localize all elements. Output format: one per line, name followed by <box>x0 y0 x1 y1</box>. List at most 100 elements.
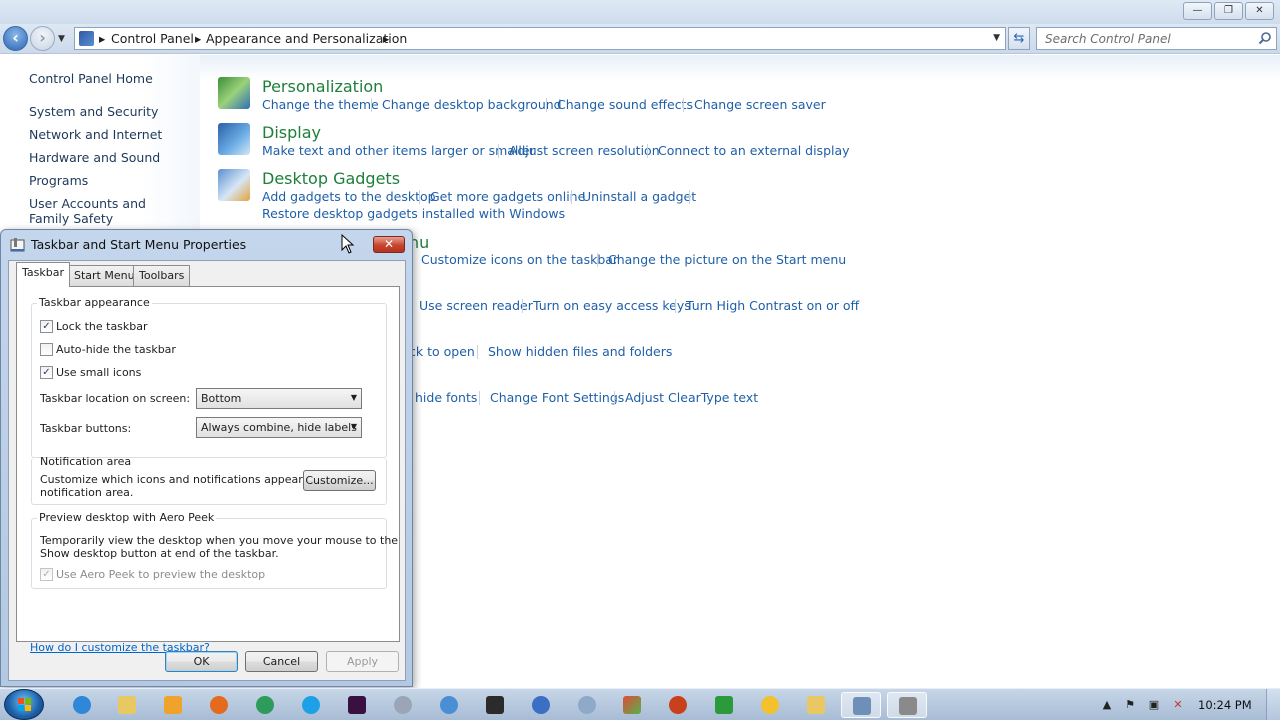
small-icons-label[interactable]: Use small icons <box>56 366 141 379</box>
refresh-button[interactable]: ⇆ <box>1008 27 1030 50</box>
start-button[interactable] <box>4 689 44 720</box>
search-input[interactable] <box>1037 28 1247 49</box>
change-sound-effects-link[interactable]: Change sound effects <box>557 97 693 112</box>
make-text-larger-link[interactable]: Make text and other items larger or smal… <box>262 143 535 158</box>
preview-delete-hide-fonts-link[interactable]: hide fonts <box>415 390 477 405</box>
taskbar-location-select[interactable]: Bottom ▼ <box>196 388 362 409</box>
taskbar-control-panel[interactable] <box>612 692 652 718</box>
search-icon[interactable] <box>1258 31 1272 45</box>
sidebar-item-programs[interactable]: Programs <box>29 173 88 188</box>
tab-taskbar[interactable]: Taskbar <box>16 262 70 287</box>
customize-button[interactable]: Customize... <box>303 470 376 491</box>
sidebar-item-user-accounts[interactable]: User Accounts and Family Safety <box>29 196 189 226</box>
breadcrumb-separator-icon[interactable]: ▸ <box>99 31 105 46</box>
aero-peek-checkbox[interactable]: ✓ <box>40 568 53 581</box>
adjust-cleartype-link[interactable]: Adjust ClearType text <box>625 390 758 405</box>
recent-pages-dropdown[interactable]: ▼ <box>58 34 65 44</box>
system-clock[interactable]: 10:24 PM <box>1198 698 1252 712</box>
easy-access-keys-link[interactable]: Turn on easy access keys <box>533 298 691 313</box>
volume-muted-icon[interactable]: ✕ <box>1170 697 1186 713</box>
taskbar-location-value: Bottom <box>201 392 242 405</box>
action-center-flag-icon[interactable]: ⚑ <box>1122 697 1138 713</box>
desktop-gadgets-icon[interactable] <box>218 169 250 201</box>
restore-gadgets-link[interactable]: Restore desktop gadgets installed with W… <box>262 206 565 221</box>
taskbar-app-smiley[interactable] <box>750 692 790 718</box>
windows-logo-icon <box>18 698 31 711</box>
taskbar-app-globe[interactable] <box>567 692 607 718</box>
taskbar-tab-page: Taskbar appearance ✓ Lock the taskbar Au… <box>16 286 400 654</box>
sidebar-item-system-security[interactable]: System and Security <box>29 104 158 119</box>
autohide-label[interactable]: Auto-hide the taskbar <box>56 343 176 356</box>
small-icons-checkbox[interactable]: ✓ <box>40 366 53 379</box>
taskbar-media-center[interactable] <box>475 692 515 718</box>
tab-toolbars[interactable]: Toolbars <box>133 265 191 286</box>
aero-peek-label[interactable]: Use Aero Peek to preview the desktop <box>56 568 265 581</box>
breadcrumb-appearance[interactable]: Appearance and Personalization <box>206 31 407 46</box>
control-panel-home-link[interactable]: Control Panel Home <box>29 71 153 86</box>
breadcrumb-control-panel[interactable]: Control Panel <box>111 31 194 46</box>
autohide-checkbox[interactable] <box>40 343 53 356</box>
tray-overflow-icon[interactable]: ▲ <box>1099 697 1115 713</box>
back-button[interactable]: ‹ <box>3 26 28 51</box>
forward-button[interactable]: › <box>30 26 55 51</box>
change-start-menu-picture-link[interactable]: Change the picture on the Start menu <box>608 252 846 267</box>
taskbar-app-green[interactable] <box>704 692 744 718</box>
connect-external-display-link[interactable]: Connect to an external display <box>658 143 850 158</box>
uninstall-gadget-link[interactable]: Uninstall a gadget <box>582 189 696 204</box>
change-theme-link[interactable]: Change the theme <box>262 97 379 112</box>
taskbar-itunes[interactable] <box>429 692 469 718</box>
address-bar[interactable]: ▸ Control Panel ▸ Appearance and Persona… <box>74 27 1006 50</box>
network-icon[interactable]: ▣ <box>1146 697 1162 713</box>
taskbar-internet-explorer[interactable] <box>62 692 102 718</box>
window-close-button[interactable]: ✕ <box>1245 2 1274 20</box>
breadcrumb-separator-icon[interactable]: ▸ <box>383 31 389 46</box>
customize-taskbar-icons-link[interactable]: Customize icons on the taskbar <box>421 252 618 267</box>
lock-taskbar-checkbox[interactable]: ✓ <box>40 320 53 333</box>
change-font-settings-link[interactable]: Change Font Settings <box>490 390 624 405</box>
taskbar-media-player[interactable] <box>153 692 193 718</box>
taskbar-app-folder[interactable] <box>796 692 836 718</box>
get-more-gadgets-link[interactable]: Get more gadgets online <box>430 189 585 204</box>
tab-start-menu[interactable]: Start Menu <box>68 265 141 286</box>
taskbar-buttons-select[interactable]: Always combine, hide labels ▼ <box>196 417 362 438</box>
apply-button[interactable]: Apply <box>326 651 399 672</box>
breadcrumb-separator-icon[interactable]: ▸ <box>195 31 201 46</box>
taskbar-app-purple[interactable] <box>337 692 377 718</box>
maximize-button[interactable]: ❐ <box>1214 2 1243 20</box>
single-double-click-link[interactable]: ck to open <box>409 344 475 359</box>
personalization-icon[interactable] <box>218 77 250 109</box>
taskbar-app-active[interactable] <box>841 692 881 718</box>
sidebar-item-hardware-sound[interactable]: Hardware and Sound <box>29 150 160 165</box>
show-desktop-button[interactable] <box>1266 689 1280 720</box>
taskbar-app-settings[interactable] <box>383 692 423 718</box>
cancel-button[interactable]: Cancel <box>245 651 318 672</box>
adjust-resolution-link[interactable]: Adjust screen resolution <box>509 143 660 158</box>
lock-taskbar-label[interactable]: Lock the taskbar <box>56 320 148 333</box>
desktop-gadgets-title[interactable]: Desktop Gadgets <box>262 169 400 188</box>
high-contrast-link[interactable]: Turn High Contrast on or off <box>686 298 859 313</box>
ok-button[interactable]: OK <box>165 651 238 672</box>
taskbar-firefox[interactable] <box>199 692 239 718</box>
show-hidden-files-link[interactable]: Show hidden files and folders <box>488 344 672 359</box>
minimize-button[interactable]: — <box>1183 2 1212 20</box>
taskbar-skype[interactable] <box>291 692 331 718</box>
taskbar-properties-icon <box>899 697 917 715</box>
add-gadgets-link[interactable]: Add gadgets to the desktop <box>262 189 436 204</box>
window-controls: — ❐ ✕ <box>1183 2 1274 20</box>
chevron-down-icon: ▼ <box>350 393 357 402</box>
display-title[interactable]: Display <box>262 123 321 142</box>
taskbar-taskbar-properties[interactable] <box>887 692 927 718</box>
dialog-close-button[interactable]: ✕ <box>373 236 405 253</box>
use-screen-reader-link[interactable]: Use screen reader <box>419 298 533 313</box>
change-screen-saver-link[interactable]: Change screen saver <box>694 97 826 112</box>
display-icon[interactable] <box>218 123 250 155</box>
taskbar-windows-explorer[interactable] <box>107 692 147 718</box>
personalization-title[interactable]: Personalization <box>262 77 383 96</box>
sidebar-item-network-internet[interactable]: Network and Internet <box>29 127 162 142</box>
change-desktop-background-link[interactable]: Change desktop background <box>382 97 562 112</box>
link-separator <box>571 190 572 204</box>
taskbar-safari[interactable] <box>521 692 561 718</box>
address-dropdown-icon[interactable]: ▼ <box>993 33 1000 43</box>
taskbar-chrome[interactable] <box>245 692 285 718</box>
taskbar-app-red[interactable] <box>658 692 698 718</box>
